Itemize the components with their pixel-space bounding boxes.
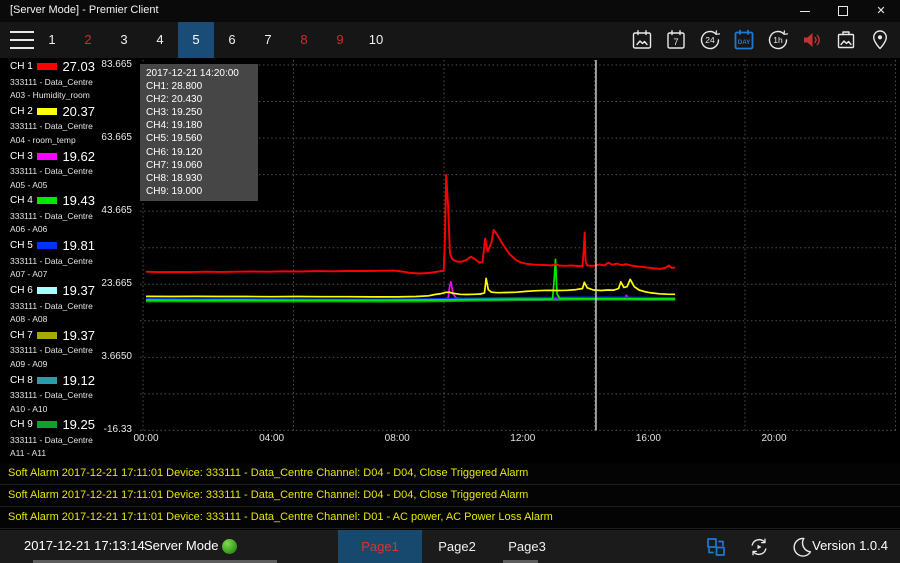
page-tab-page2[interactable]: Page2 [422, 530, 492, 563]
window-title: [Server Mode] - Premier Client [10, 4, 159, 16]
tab-9[interactable]: 9 [322, 22, 358, 58]
y-axis-tick: 63.665 [101, 132, 132, 143]
tooltip-channel-value: CH6: 19.120 [146, 146, 252, 159]
svg-text:DAY: DAY [738, 39, 751, 46]
tab-4[interactable]: 4 [142, 22, 178, 58]
tab-7[interactable]: 7 [250, 22, 286, 58]
tab-8[interactable]: 8 [286, 22, 322, 58]
y-axis-tick: 43.665 [101, 205, 132, 216]
toolbar-icons: 7 24 DAY 1h [628, 26, 894, 54]
version-label: Version 1.0.4 [812, 538, 888, 553]
hamburger-icon [10, 31, 34, 33]
tooltip-time: 2017-12-21 14:20:00 [146, 67, 252, 80]
tooltip-channel-value: CH4: 19.180 [146, 119, 252, 132]
svg-text:1h: 1h [773, 35, 783, 45]
location-pin-icon[interactable] [866, 26, 894, 54]
x-axis-tick: 16:00 [636, 433, 661, 444]
tab-5[interactable]: 5 [178, 22, 214, 58]
tooltip-channel-value: CH2: 20.430 [146, 93, 252, 106]
night-mode-icon[interactable] [789, 534, 815, 560]
minimize-button[interactable] [786, 0, 824, 22]
close-icon: ✕ [876, 6, 885, 17]
y-axis-tick: 83.665 [101, 59, 132, 70]
tooltip-channel-value: CH9: 19.000 [146, 185, 252, 198]
y-axis-tick: 3.6650 [101, 351, 132, 362]
x-axis-tick: 20:00 [761, 433, 786, 444]
tab-3[interactable]: 3 [106, 22, 142, 58]
svg-text:7: 7 [673, 37, 678, 47]
y-axis-labels: 83.665 63.665 43.665 23.665 3.6650 -16.33 [0, 58, 134, 438]
tooltip-channel-value: CH5: 19.560 [146, 132, 252, 145]
snapshot-bin-icon[interactable] [832, 26, 860, 54]
tooltip-channel-value: CH3: 19.250 [146, 106, 252, 119]
tab-10[interactable]: 10 [358, 22, 394, 58]
title-bar: [Server Mode] - Premier Client ✕ [0, 0, 900, 22]
hour-1h-icon[interactable]: 1h [764, 26, 792, 54]
cursor-tooltip: 2017-12-21 14:20:00 CH1: 28.800CH2: 20.4… [140, 64, 258, 201]
close-button[interactable]: ✕ [862, 0, 900, 22]
tab-2[interactable]: 2 [70, 22, 106, 58]
alarm-list: Soft Alarm 2017-12-21 17:11:01 Device: 3… [0, 463, 900, 530]
sync-icon[interactable] [746, 534, 772, 560]
hours-24-icon[interactable]: 24 [696, 26, 724, 54]
page-tab-page3[interactable]: Page3 [492, 530, 562, 563]
alarm-row-3[interactable]: Soft Alarm 2017-12-21 17:11:01 Device: 3… [0, 507, 900, 529]
window-controls: ✕ [786, 0, 900, 22]
server-status-indicator [222, 539, 237, 554]
tab-6[interactable]: 6 [214, 22, 250, 58]
alarm-row-1[interactable]: Soft Alarm 2017-12-21 17:11:01 Device: 3… [0, 463, 900, 485]
tooltip-channel-value: CH1: 28.800 [146, 80, 252, 93]
x-axis-tick: 00:00 [133, 433, 158, 444]
current-time: 2017-12-21 17:13:14 [24, 538, 145, 553]
svg-text:24: 24 [705, 35, 715, 45]
server-mode-label: Server Mode [144, 538, 218, 553]
calendar-week-icon[interactable]: 7 [662, 26, 690, 54]
page-tab-page1[interactable]: Page1 [338, 530, 422, 563]
x-axis-tick: 08:00 [385, 433, 410, 444]
day-view-icon[interactable]: DAY [730, 26, 758, 54]
alarm-row-2[interactable]: Soft Alarm 2017-12-21 17:11:01 Device: 3… [0, 485, 900, 507]
x-axis-tick: 12:00 [510, 433, 535, 444]
page-tabs: Page1Page2Page3 [338, 530, 562, 563]
maximize-icon [838, 6, 848, 16]
calendar-export-icon[interactable] [628, 26, 656, 54]
tab-1[interactable]: 1 [34, 22, 70, 58]
page-layout-icon[interactable] [703, 534, 729, 560]
tooltip-channel-value: CH8: 18.930 [146, 172, 252, 185]
tab-bar: 12345678910 724DAY1h [0, 22, 900, 58]
x-axis-tick: 04:00 [259, 433, 284, 444]
channel-point: A11 - A11 [10, 448, 104, 458]
chart-area: CH 127.03333111 - Data_CentreA03 - Humid… [0, 58, 900, 463]
y-axis-tick: -16.33 [104, 424, 132, 435]
audio-alarm-icon[interactable] [798, 26, 826, 54]
minimize-icon [800, 11, 810, 12]
status-bar: 2017-12-21 17:13:14 Server Mode Page1Pag… [0, 530, 900, 563]
maximize-button[interactable] [824, 0, 862, 22]
tooltip-channel-value: CH7: 19.060 [146, 159, 252, 172]
y-axis-tick: 23.665 [101, 278, 132, 289]
status-icons [703, 534, 815, 560]
page-number-tabs: 12345678910 [34, 22, 394, 58]
menu-button[interactable] [10, 31, 34, 49]
